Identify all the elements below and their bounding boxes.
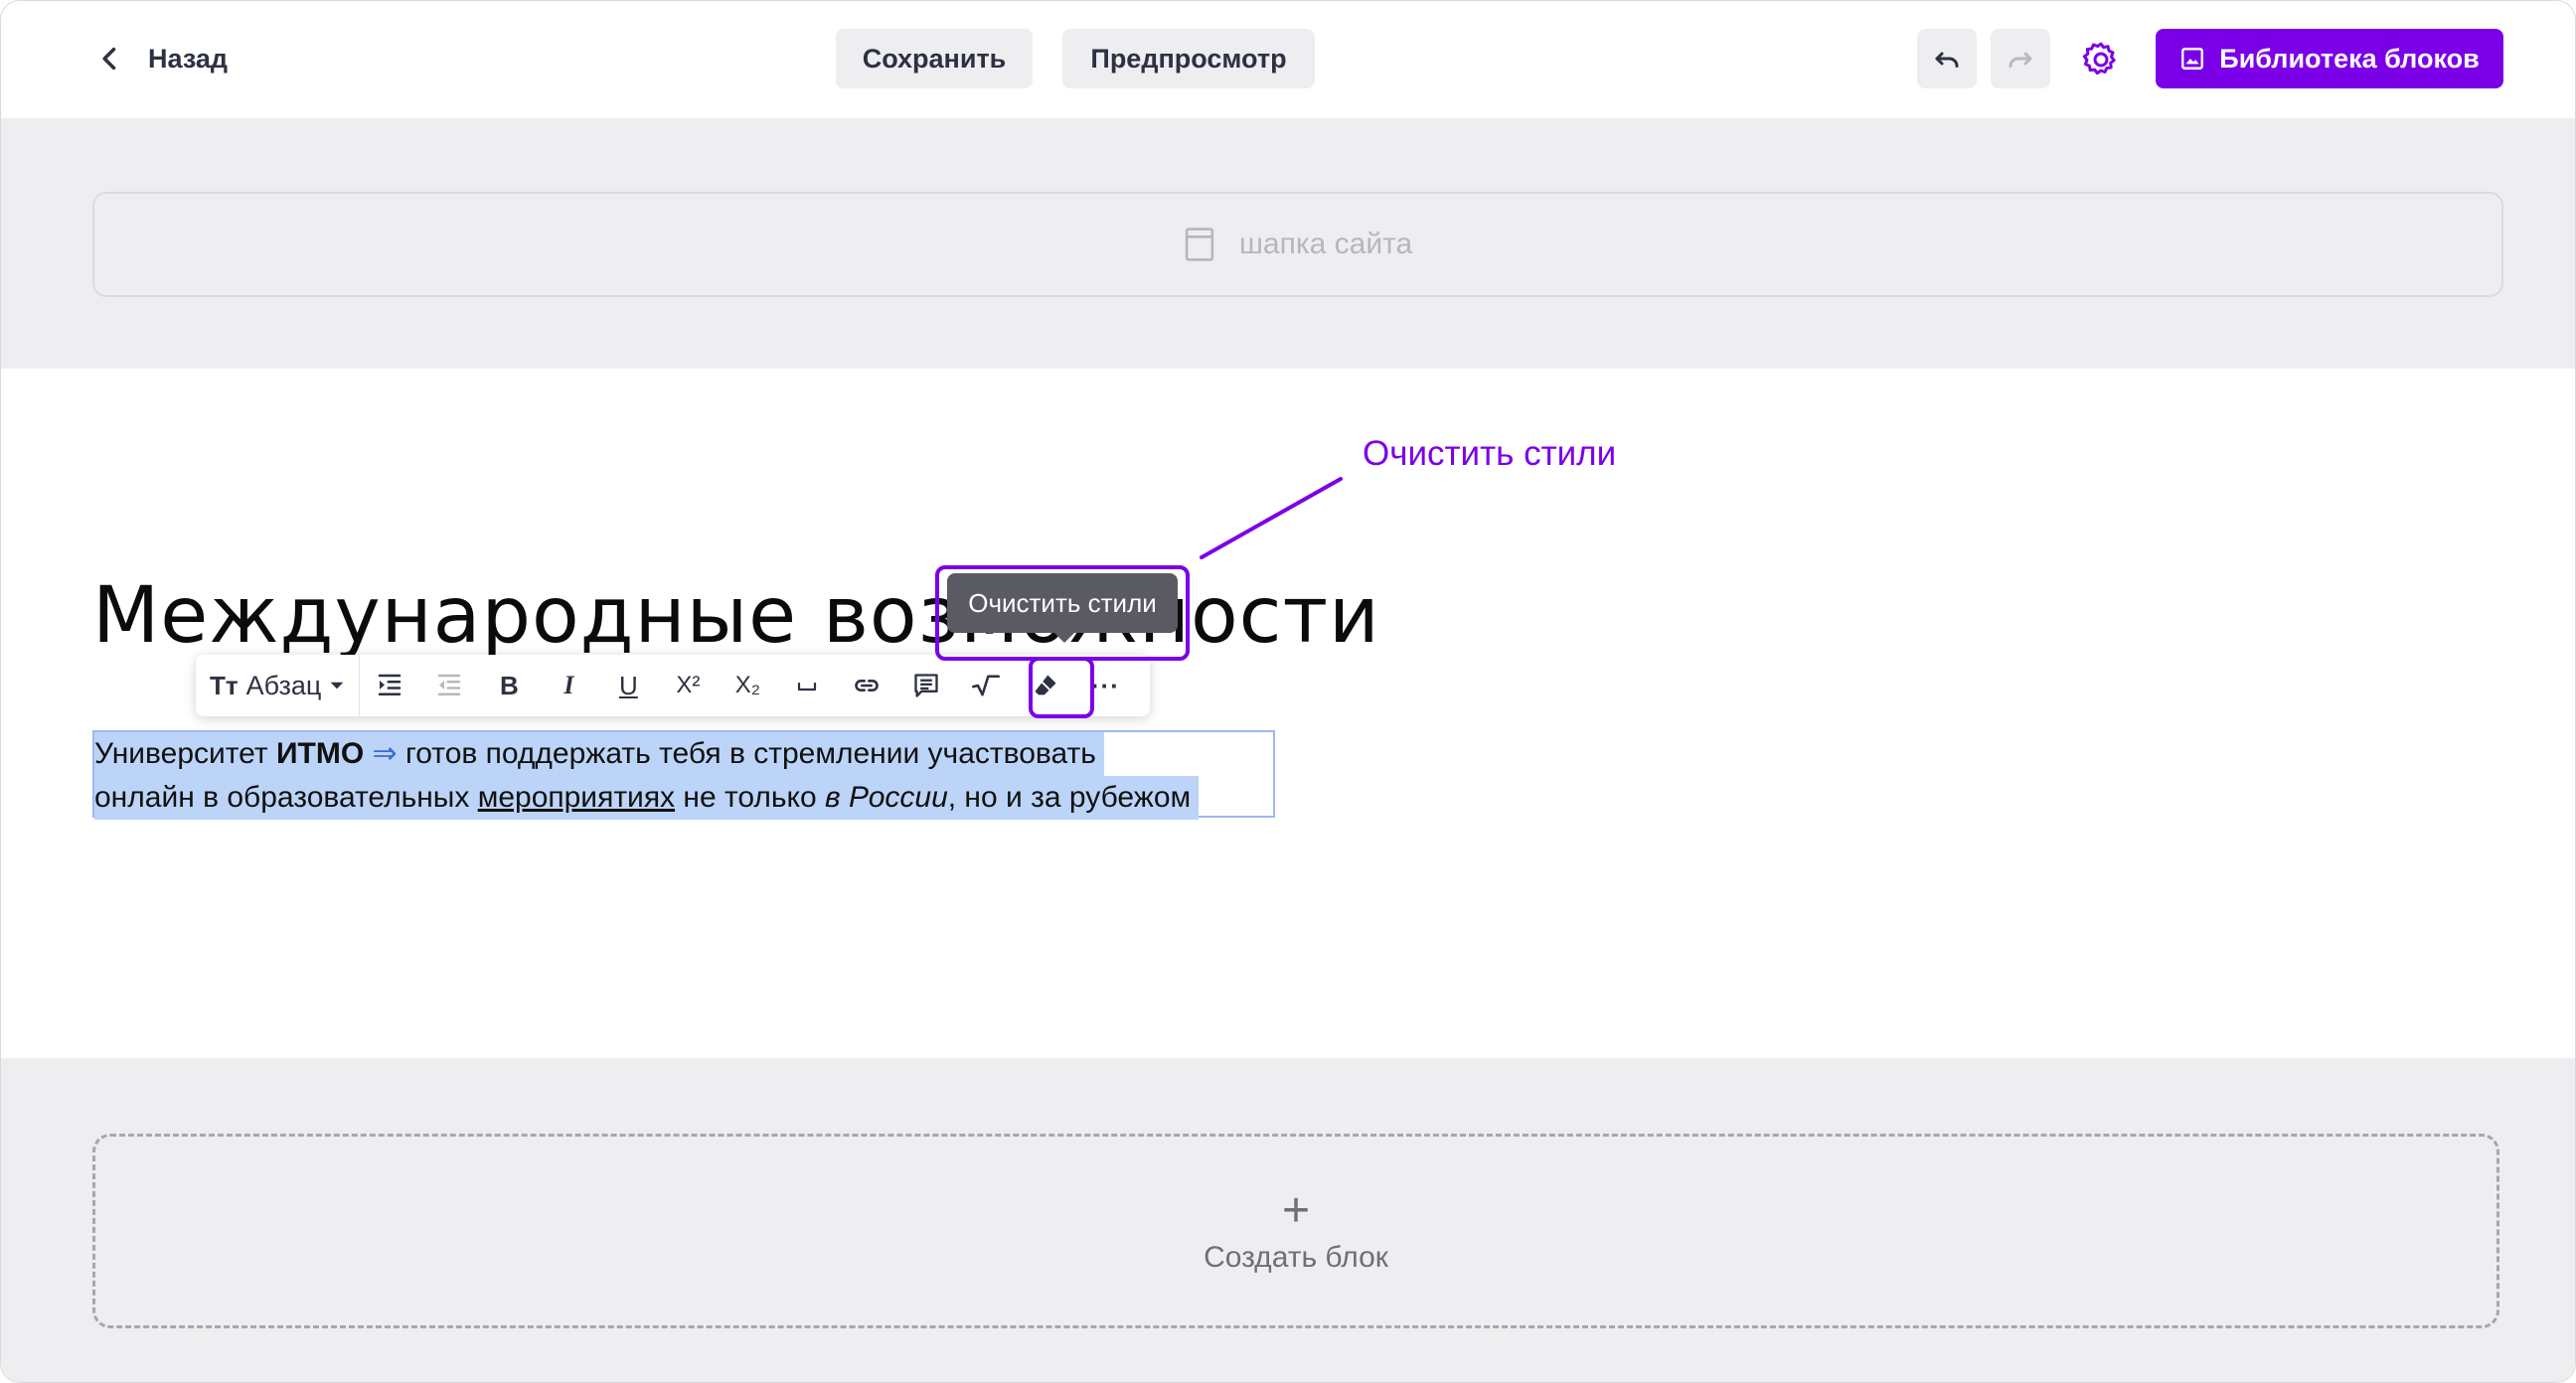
editor-window: Назад Сохранить Предпросмотр Библиотека …: [0, 0, 2576, 1383]
create-block-label: Создать блок: [1204, 1241, 1388, 1274]
bottom-section: + Создать блок: [1, 1058, 2575, 1382]
annotation-label: Очистить стили: [1363, 434, 1617, 473]
plus-icon: +: [1281, 1184, 1311, 1237]
create-block-button[interactable]: + Создать блок: [92, 1134, 2499, 1328]
